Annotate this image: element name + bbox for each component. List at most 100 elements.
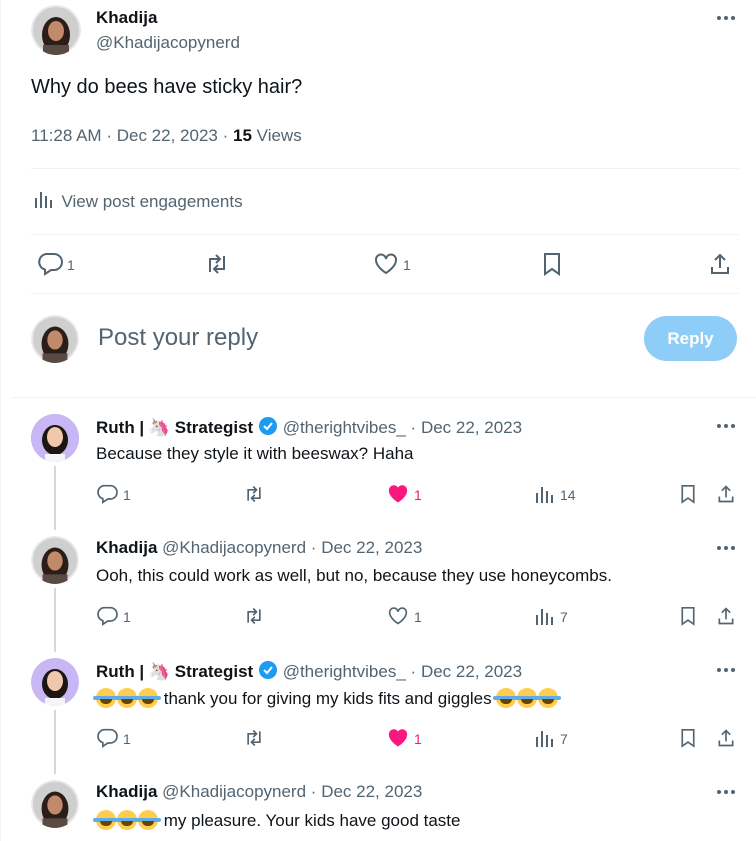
separator: · — [310, 538, 317, 557]
view-engagements-link[interactable]: View post engagements — [33, 190, 243, 214]
reply-composer-input[interactable]: Post your reply — [98, 324, 258, 352]
like-count: 1 — [414, 609, 422, 625]
share-icon — [718, 485, 734, 503]
reply-author-name[interactable]: Khadija — [96, 782, 157, 801]
like-button[interactable] — [387, 484, 409, 509]
share-button[interactable] — [716, 484, 736, 509]
divider — [11, 397, 756, 398]
post-detail-page: Khadija @Khadijacopynerd Why do bees hav… — [0, 0, 756, 841]
bookmark-button[interactable] — [679, 606, 697, 631]
reply-text: my pleasure. Your kids have good taste — [163, 811, 461, 830]
share-button[interactable] — [716, 606, 736, 631]
separator: · — [106, 126, 112, 145]
views-label: Views — [256, 126, 302, 145]
retweet-button[interactable] — [243, 484, 265, 509]
more-icon[interactable] — [716, 660, 736, 680]
reply-date[interactable]: Dec 22, 2023 — [321, 538, 422, 557]
reply-author-name[interactable]: Ruth | 🦄 Strategist — [96, 662, 253, 681]
views-count: 7 — [560, 731, 568, 747]
reply-author-handle[interactable]: @Khadijacopynerd — [162, 782, 306, 801]
reply-author-name[interactable]: Ruth | 🦄 Strategist — [96, 418, 253, 437]
post-text: Why do bees have sticky hair? — [31, 76, 303, 98]
post-author-name[interactable]: Khadija — [96, 8, 157, 28]
reply-author-name[interactable]: Khadija — [96, 538, 157, 557]
like-button[interactable] — [387, 606, 409, 631]
share-button[interactable] — [716, 728, 736, 753]
joy-emoji — [135, 810, 161, 830]
views-button[interactable] — [534, 607, 554, 632]
reply-text-line: my pleasure. Your kids have good taste — [93, 810, 461, 831]
views-icon — [536, 609, 553, 625]
post-time[interactable]: 11:28 AM — [31, 126, 102, 145]
reply-button[interactable] — [96, 606, 118, 631]
reply-header: Khadija @Khadijacopynerd · Dec 22, 2023 — [96, 538, 422, 558]
more-icon[interactable] — [716, 416, 736, 436]
reply-author-handle[interactable]: @Khadijacopynerd — [162, 538, 306, 557]
rofl-emoji — [135, 688, 161, 708]
avatar[interactable] — [31, 536, 79, 584]
reply-count: 1 — [123, 487, 131, 503]
heart-icon — [388, 729, 408, 747]
avatar[interactable] — [31, 780, 79, 828]
post-date[interactable]: Dec 22, 2023 — [117, 126, 218, 145]
retweet-button[interactable] — [243, 606, 265, 631]
bar-chart-icon — [35, 192, 52, 208]
rofl-emoji — [493, 688, 520, 708]
retweet-icon — [209, 254, 225, 274]
avatar[interactable] — [31, 658, 79, 706]
views-button[interactable] — [534, 729, 554, 754]
like-button[interactable] — [373, 252, 399, 281]
reply-date[interactable]: Dec 22, 2023 — [421, 662, 522, 681]
share-icon — [718, 729, 734, 747]
avatar[interactable] — [31, 5, 81, 55]
reply-count: 1 — [123, 609, 131, 625]
verified-icon — [258, 417, 277, 435]
reply-date[interactable]: Dec 22, 2023 — [421, 418, 522, 437]
reply-header: Ruth | 🦄 Strategist @therightvibes_ · De… — [96, 416, 522, 438]
like-button[interactable] — [387, 728, 409, 753]
retweet-icon — [247, 607, 261, 625]
more-icon[interactable] — [716, 8, 736, 28]
retweet-button[interactable] — [204, 252, 230, 281]
views-count: 14 — [560, 487, 576, 503]
reply-button[interactable] — [37, 252, 63, 281]
more-icon[interactable] — [716, 782, 736, 802]
views-icon — [536, 487, 553, 503]
divider — [31, 234, 739, 235]
divider — [31, 293, 739, 294]
post-author-handle[interactable]: @Khadijacopynerd — [96, 33, 240, 53]
reply-icon — [97, 484, 118, 504]
reply-submit-button[interactable]: Reply — [644, 316, 737, 361]
bookmark-button[interactable] — [541, 252, 563, 281]
more-icon[interactable] — [716, 538, 736, 558]
reply-button[interactable] — [96, 484, 118, 509]
avatar[interactable] — [31, 414, 79, 462]
bookmark-button[interactable] — [679, 484, 697, 509]
reply-icon — [38, 253, 63, 276]
views-icon — [536, 731, 553, 747]
like-count: 1 — [403, 257, 411, 273]
reply-date[interactable]: Dec 22, 2023 — [321, 782, 422, 801]
bookmark-icon — [544, 253, 560, 276]
rofl-emoji — [93, 688, 119, 708]
heart-icon — [388, 607, 408, 625]
reply-icon — [97, 606, 118, 626]
reply-author-handle[interactable]: @therightvibes_ — [283, 662, 406, 681]
reply-count: 1 — [123, 731, 131, 747]
separator: · — [222, 126, 229, 145]
view-engagements-label: View post engagements — [61, 192, 243, 211]
thread-line — [54, 466, 56, 530]
separator: · — [310, 782, 317, 801]
reply-author-handle[interactable]: @therightvibes_ — [283, 418, 406, 437]
post-meta: 11:28 AM · Dec 22, 2023 · 15 Views — [31, 126, 302, 146]
share-icon — [718, 607, 734, 625]
rofl-emoji — [535, 688, 562, 708]
reply-text: Ooh, this could work as well, but no, be… — [96, 566, 612, 585]
views-button[interactable] — [534, 485, 554, 510]
retweet-button[interactable] — [243, 728, 265, 753]
bookmark-icon — [681, 485, 695, 504]
bookmark-button[interactable] — [679, 728, 697, 753]
reply-button[interactable] — [96, 728, 118, 753]
share-button[interactable] — [708, 252, 732, 281]
retweet-icon — [247, 729, 261, 747]
